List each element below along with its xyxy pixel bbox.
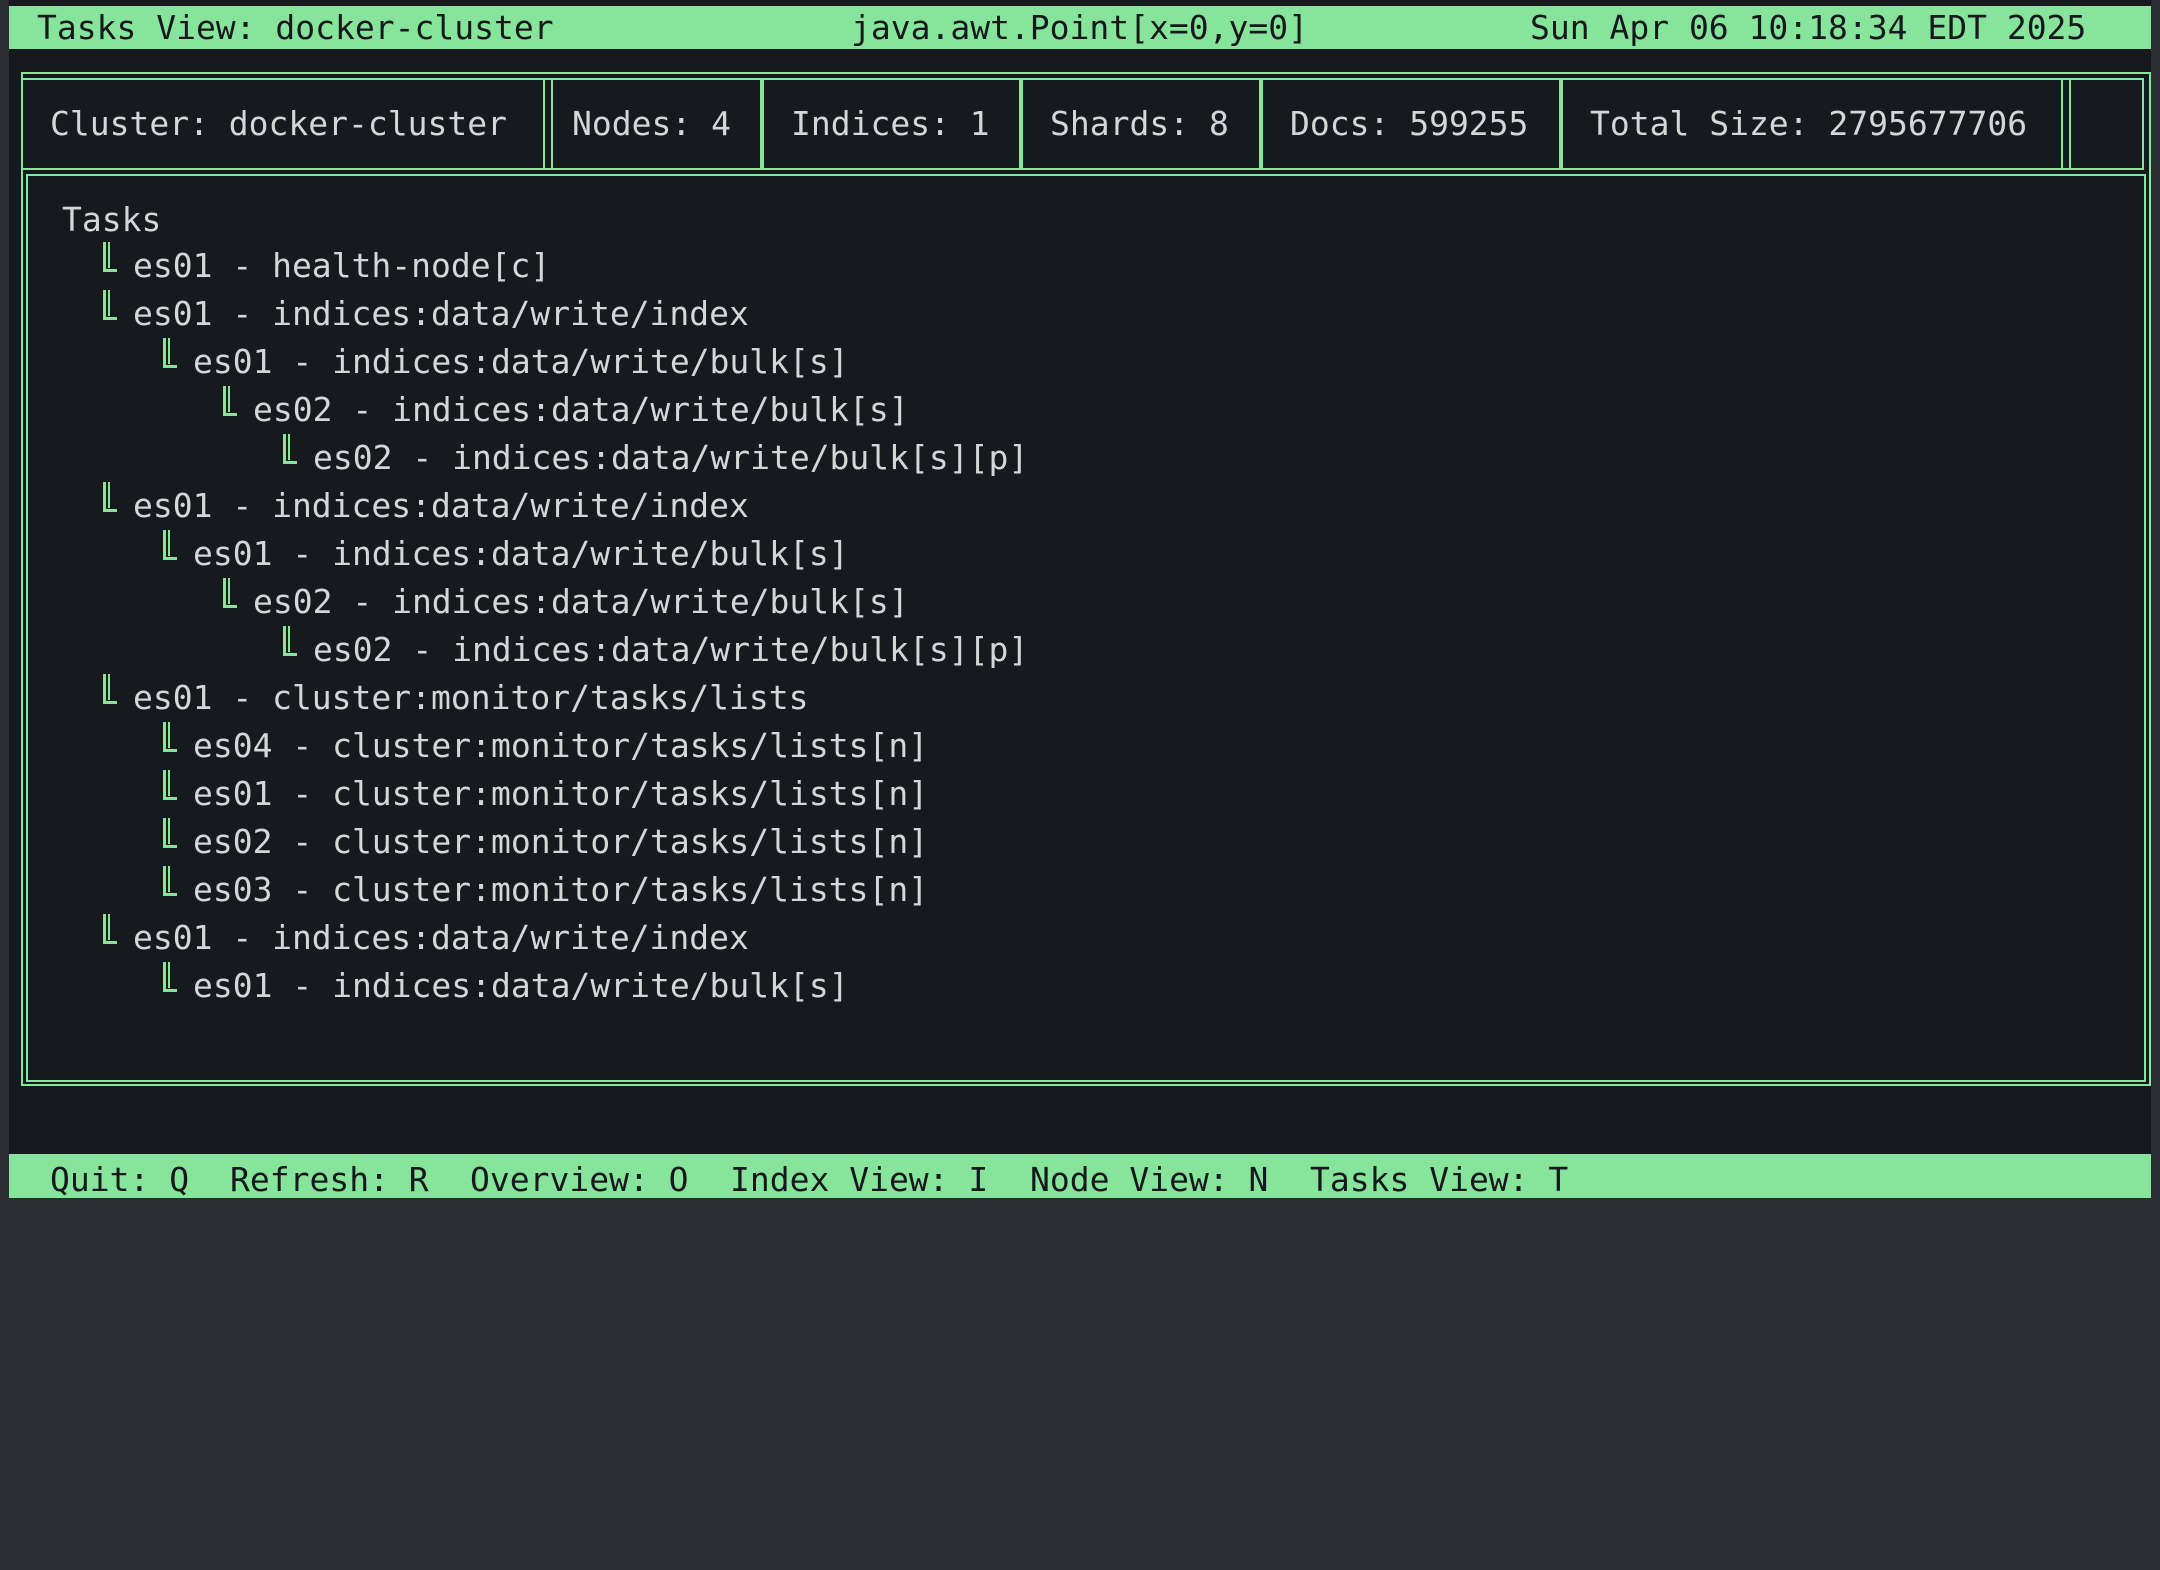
tree-branch-icon [103,242,117,272]
terminal-screen: Tasks View: docker-cluster java.awt.Poin… [9,0,2151,1199]
task-label: es02 - indices:data/write/bulk[s] [253,390,909,429]
stat-cluster: Cluster: docker-cluster [21,78,553,170]
tree-branch-icon [163,818,177,848]
stat-indices: Indices: 1 [762,78,1021,170]
tree-branch-icon [103,290,117,320]
tasks-title: Tasks [62,200,162,239]
task-label: es04 - cluster:monitor/tasks/lists[n] [193,726,929,765]
cursor-point: java.awt.Point[x=0,y=0] [851,8,1308,47]
stat-nodes: Nodes: 4 [543,78,762,170]
tree-branch-icon [163,962,177,992]
task-label: es01 - indices:data/write/index [133,918,749,957]
index-view-hint[interactable]: Index View: I [730,1154,988,1206]
stat-total-size: Total Size: 2795677706 [1561,78,2071,170]
tree-branch-icon [283,626,297,656]
stat-shards: Shards: 8 [1021,78,1261,170]
task-label: es01 - indices:data/write/index [133,486,749,525]
task-label: es02 - indices:data/write/bulk[s][p] [313,630,1029,669]
top-status-bar: Tasks View: docker-cluster java.awt.Poin… [9,6,2151,49]
task-label: es01 - cluster:monitor/tasks/lists[n] [193,774,929,813]
task-label: es01 - health-node[c] [133,246,551,285]
quit-hint[interactable]: Quit: Q [50,1154,189,1206]
refresh-hint[interactable]: Refresh: R [230,1154,429,1206]
task-label: es01 - indices:data/write/bulk[s] [193,342,849,381]
tasks-view-hint[interactable]: Tasks View: T [1310,1154,1568,1206]
task-label: es01 - indices:data/write/index [133,294,749,333]
bottom-key-bar: Quit: Q Refresh: R Overview: O Index Vie… [9,1154,2151,1199]
tree-branch-icon [163,722,177,752]
tree-branch-icon [163,866,177,896]
overview-hint[interactable]: Overview: O [470,1154,689,1206]
task-label: es02 - cluster:monitor/tasks/lists[n] [193,822,929,861]
task-label: es01 - cluster:monitor/tasks/lists [133,678,809,717]
tree-branch-icon [103,674,117,704]
tree-branch-icon [163,338,177,368]
task-label: es01 - indices:data/write/bulk[s] [193,534,849,573]
timestamp: Sun Apr 06 10:18:34 EDT 2025 [1530,8,2087,47]
task-label: es02 - indices:data/write/bulk[s][p] [313,438,1029,477]
tree-branch-icon [223,578,237,608]
tree-branch-icon [283,434,297,464]
tree-branch-icon [163,770,177,800]
task-label: es03 - cluster:monitor/tasks/lists[n] [193,870,929,909]
task-label: es01 - indices:data/write/bulk[s] [193,966,849,1005]
tree-branch-icon [163,530,177,560]
view-title: Tasks View: docker-cluster [37,8,554,47]
tree-branch-icon [223,386,237,416]
task-label: es02 - indices:data/write/bulk[s] [253,582,909,621]
stat-docs: Docs: 599255 [1261,78,1561,170]
stat-empty [2061,78,2144,170]
tree-branch-icon [103,482,117,512]
node-view-hint[interactable]: Node View: N [1030,1154,1268,1206]
tree-branch-icon [103,914,117,944]
